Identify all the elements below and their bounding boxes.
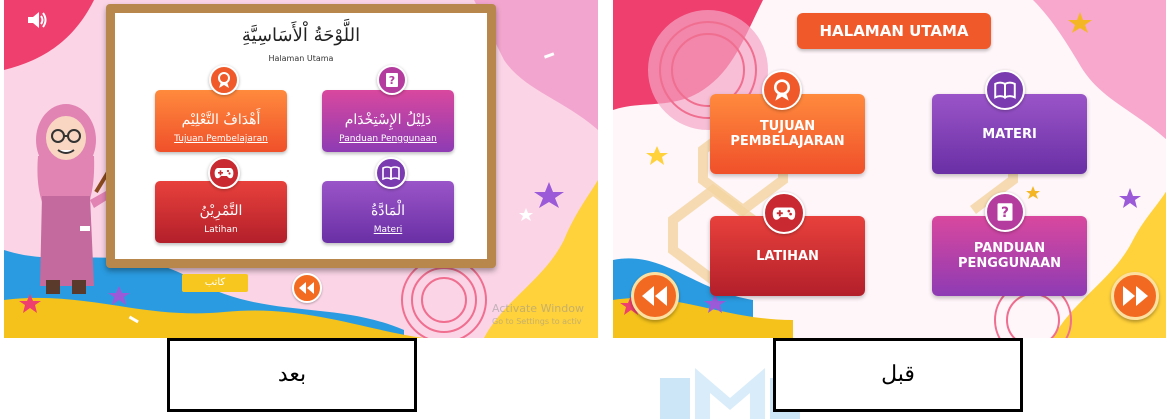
page-title: HALAMAN UTAMA xyxy=(797,13,991,49)
activate-windows-watermark: Activate Window Go to Settings to activ xyxy=(492,302,584,328)
previous-button[interactable] xyxy=(631,272,679,320)
button-label: Latihan xyxy=(204,225,238,235)
gamepad-icon xyxy=(208,157,240,189)
watermark-line1: Activate Window xyxy=(492,302,584,315)
board-subtitle: Halaman Utama xyxy=(268,54,334,63)
caption-after: بعد xyxy=(167,338,417,412)
rewind-icon xyxy=(642,286,667,306)
award-ribbon-icon xyxy=(762,70,802,110)
button-label-line2: PEMBELAJARAN xyxy=(730,134,845,149)
button-label-line1: TUJUAN xyxy=(759,119,816,134)
after-screenshot-panel: اللَّوْحَةُ اْلأَسَاسِيَّةِ Halaman Utam… xyxy=(4,0,598,338)
question-book-icon: ? xyxy=(985,192,1025,232)
button-label-arabic: التَّمْرِيْنُ xyxy=(199,203,243,219)
watermark-line2: Go to Settings to activ xyxy=(492,317,582,326)
button-label-arabic: دَلِيْلُ الإِسْتِخْدَام xyxy=(344,112,432,128)
before-screenshot-panel: HALAMAN UTAMA TUJUAN PEMBELAJARAN MATERI… xyxy=(613,0,1166,338)
latihan-button[interactable]: التَّمْرِيْنُ Latihan xyxy=(155,181,287,243)
board-title-arabic: اللَّوْحَةُ اْلأَسَاسِيَّةِ xyxy=(241,25,361,46)
materi-button[interactable]: الْمَادَّةُ Materi xyxy=(322,181,454,243)
button-label-line1: LATIHAN xyxy=(756,248,819,264)
button-label-line1: MATERI xyxy=(982,126,1037,142)
question-book-icon: ? xyxy=(377,65,407,95)
award-ribbon-icon xyxy=(209,65,239,95)
fast-forward-icon xyxy=(1123,286,1148,306)
button-label: Tujuan Pembelajaran xyxy=(174,134,268,144)
svg-text:?: ? xyxy=(389,74,395,87)
button-label-arabic: الْمَادَّةُ xyxy=(370,203,406,219)
panduan-penggunaan-button[interactable]: دَلِيْلُ الإِسْتِخْدَام Panduan Pengguna… xyxy=(322,90,454,152)
author-nameplate[interactable]: كاتب xyxy=(182,274,248,292)
svg-text:?: ? xyxy=(1001,205,1009,221)
main-menu-board-surface: اللَّوْحَةُ اْلأَسَاسِيَّةِ Halaman Utam… xyxy=(115,13,487,259)
back-button[interactable] xyxy=(292,273,322,303)
open-book-icon xyxy=(985,70,1025,110)
button-label-line2: PENGGUNAAN xyxy=(957,256,1062,271)
caption-before: قبل xyxy=(773,338,1023,412)
next-button[interactable] xyxy=(1111,272,1159,320)
button-label-line1: PANDUAN xyxy=(973,241,1046,256)
main-menu-board: اللَّوْحَةُ اْلأَسَاسِيَّةِ Halaman Utam… xyxy=(106,4,496,268)
rewind-icon xyxy=(299,282,314,294)
gamepad-icon xyxy=(763,192,805,234)
button-label: Panduan Penggunaan xyxy=(339,134,437,144)
speaker-icon[interactable] xyxy=(26,10,48,30)
button-label: Materi xyxy=(373,225,403,235)
button-label-arabic: أَهْدَافُ التَّعْلِيْم xyxy=(181,112,261,128)
open-book-icon xyxy=(375,157,407,189)
tujuan-pembelajaran-button[interactable]: أَهْدَافُ التَّعْلِيْم Tujuan Pembelajar… xyxy=(155,90,287,152)
